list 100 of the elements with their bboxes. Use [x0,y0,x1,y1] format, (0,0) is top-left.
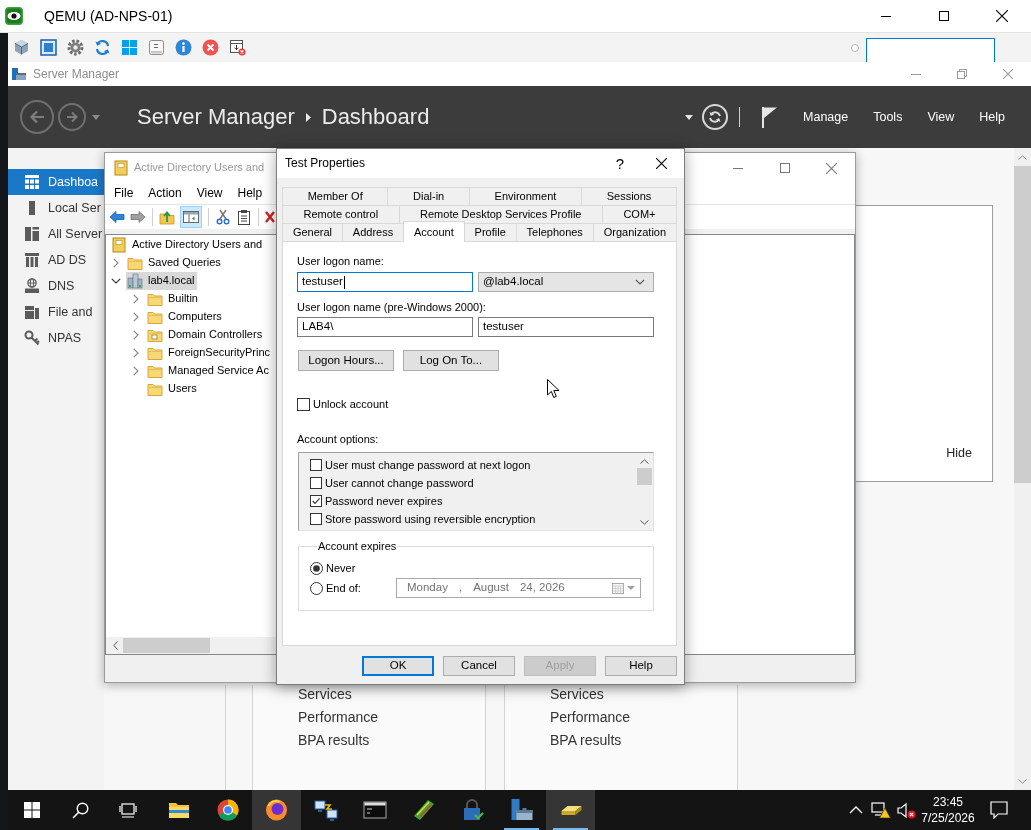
dialog-button[interactable]: OK [362,656,434,676]
refresh-button[interactable] [702,104,729,130]
checkbox[interactable] [310,513,322,525]
help-button[interactable]: ? [602,150,638,177]
clock-date[interactable]: 7/25/2026 [921,810,975,826]
text-field[interactable]: LAB4\ [297,317,473,337]
delete-cross-icon[interactable] [265,209,275,225]
nav-item[interactable]: AD DS [8,247,104,273]
chevron-right-icon[interactable] [133,312,139,322]
speaker-muted-icon[interactable] [896,801,916,819]
fullscreen-icon[interactable] [40,39,57,56]
menu-item[interactable]: Action [148,186,182,201]
tab[interactable]: Account [403,221,465,242]
menu-item[interactable]: Manage [803,109,849,125]
cross-circle-icon[interactable] [202,39,219,56]
menu-item[interactable]: View [927,109,955,125]
tree-item[interactable]: Computers [146,308,225,326]
chevron-right-icon[interactable] [133,330,139,340]
dialog-button[interactable]: Cancel [443,656,515,676]
chevron-down-icon[interactable] [111,278,121,284]
chevron-right-icon[interactable] [133,348,139,358]
disk-drive-icon[interactable] [546,790,595,830]
caret-down-icon[interactable] [685,114,694,120]
checkbox-label[interactable]: Password never expires [325,494,443,508]
chevron-right-icon[interactable] [113,258,119,268]
network-computers-icon[interactable] [313,798,338,822]
info-icon[interactable] [175,39,192,56]
tile-link[interactable]: Performance [298,709,379,725]
tab[interactable]: COM+ [601,205,677,223]
window-cross-icon[interactable] [229,39,246,56]
chevron-right-icon[interactable] [133,294,139,304]
minimize-icon[interactable] [881,15,891,17]
tile-link[interactable]: Services [550,686,604,702]
network-warning-icon[interactable] [871,801,891,819]
segmented-circle-icon[interactable] [215,798,240,822]
checkbox[interactable] [297,398,310,411]
tree-item[interactable]: Managed Service Ac [146,362,272,380]
restore-icon[interactable] [957,69,967,79]
forward-button[interactable] [58,103,86,131]
radio-button[interactable] [310,581,323,595]
text-field[interactable]: testuser [297,272,473,292]
nav-item[interactable]: NPAS [8,325,104,351]
menu-item[interactable]: Help [979,109,1005,125]
search-icon[interactable] [71,801,89,819]
checkbox[interactable] [310,477,322,489]
pane-toggle-icon[interactable] [180,206,202,228]
windows-logo-icon[interactable] [24,802,40,818]
diagonal-band-icon[interactable] [411,798,436,822]
refresh-icon[interactable] [94,39,111,56]
tree-item[interactable]: Saved Queries [126,254,224,272]
keycap-icon[interactable] [148,39,165,56]
checkbox-label[interactable]: Unlock account [313,398,389,411]
tab[interactable]: Telephones [515,223,594,241]
radio-button[interactable] [310,561,323,575]
checkbox-label[interactable]: Store password using reversible encryption [325,512,536,526]
tab[interactable]: Member Of [282,187,389,205]
arrow-right-icon[interactable] [130,209,146,225]
nav-item[interactable]: DNS [8,273,104,299]
back-button[interactable] [20,100,54,134]
menu-item[interactable]: File [114,186,134,201]
chevron-left-icon[interactable] [113,641,118,650]
menu-item[interactable]: Help [237,186,263,201]
settings-icon[interactable] [67,39,84,56]
scissors-icon[interactable] [215,209,231,225]
tile-link[interactable]: BPA results [550,732,622,748]
radio-label[interactable]: End of: [326,581,361,595]
nav-item[interactable]: Dashboa [8,169,104,195]
maximize-icon[interactable] [939,11,949,21]
tile-link[interactable]: Services [298,686,352,702]
tree-item[interactable]: Builtin [146,290,201,308]
dropdown-field[interactable]: @lab4.local [478,272,654,292]
flag-icon[interactable] [761,106,779,128]
terminal-icon[interactable] [362,798,387,822]
checkbox[interactable] [310,459,322,471]
checkbox-label[interactable]: User cannot change password [325,476,474,490]
tree-item[interactable]: lab4.local [126,272,198,290]
tab[interactable]: Remote control [282,205,400,223]
chevron-down-icon[interactable] [640,520,649,525]
tree-item[interactable]: ForeignSecurityPrinc [146,344,274,362]
scrollbar-thumb[interactable] [637,468,652,485]
hide-link[interactable]: Hide [946,446,972,461]
checkbox-label[interactable]: User must change password at next logon [325,458,531,472]
nav-item[interactable]: All Server [8,221,104,247]
text-field[interactable] [866,38,995,62]
menu-item[interactable]: Tools [873,109,903,125]
clipboard-icon[interactable] [236,209,252,225]
checkbox[interactable] [310,495,322,507]
action-button[interactable]: Logon Hours... [298,350,394,371]
tile-link[interactable]: BPA results [298,732,370,748]
tile-link[interactable]: Performance [550,709,631,725]
arrow-left-icon[interactable] [109,209,125,225]
action-button[interactable]: Log On To... [403,350,499,371]
clock-time[interactable]: 23:45 [933,794,963,810]
tree-item[interactable]: Active Directory Users and [110,236,266,254]
breadcrumb-item[interactable]: Server Manager [137,104,295,130]
tab[interactable]: Sessions [581,187,677,205]
tree-item[interactable]: Users [146,380,200,398]
close-icon[interactable] [996,10,1008,22]
orb-icon[interactable] [252,790,301,830]
dialog-button[interactable]: Help [605,656,677,676]
